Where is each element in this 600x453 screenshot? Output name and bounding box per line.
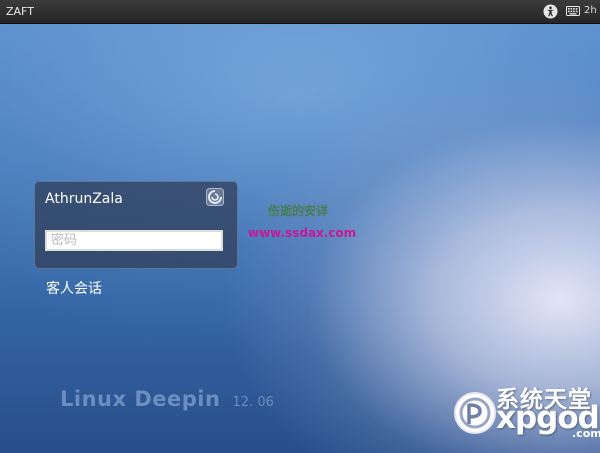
distro-brand: Linux Deepin 12. 06 xyxy=(60,387,274,411)
session-icon[interactable] xyxy=(206,188,224,206)
watermark-url: www.ssdax.com xyxy=(248,226,357,240)
username-label[interactable]: AthrunZala xyxy=(45,191,123,207)
brand-version: 12. 06 xyxy=(232,395,274,410)
xpgod-logo-icon xyxy=(454,392,496,434)
clock[interactable]: 2h xyxy=(584,5,597,16)
logo-suffix: .com xyxy=(572,427,600,440)
top-panel: ZAFT 2h xyxy=(0,0,600,24)
guest-session-link[interactable]: 客人会话 xyxy=(46,278,102,298)
site-logo: 系统天堂 xpgod .com xyxy=(452,378,600,446)
hostname: ZAFT xyxy=(6,5,34,18)
login-card: AthrunZala xyxy=(34,181,238,269)
accessibility-icon[interactable] xyxy=(543,4,558,19)
watermark-title: 伤逝的安详 xyxy=(268,204,329,218)
keyboard-icon[interactable] xyxy=(566,6,580,16)
password-input[interactable] xyxy=(45,230,223,251)
brand-name: Linux Deepin xyxy=(60,387,221,411)
